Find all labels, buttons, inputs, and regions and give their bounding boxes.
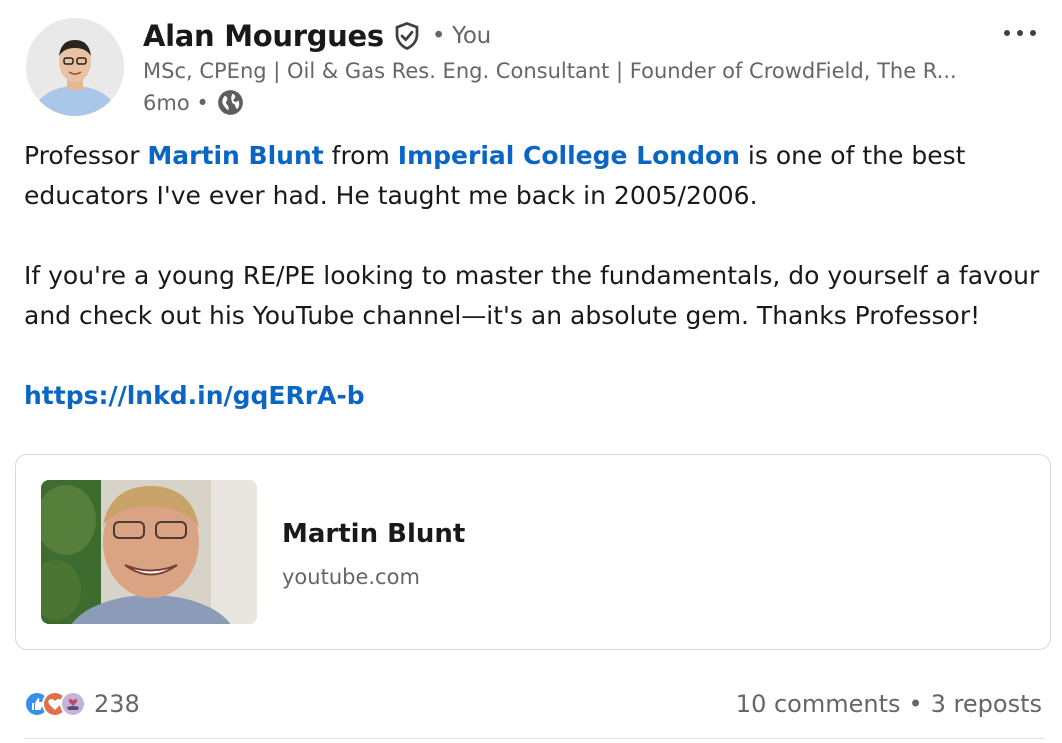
more-options-button[interactable] <box>998 20 1042 46</box>
link-preview-card[interactable]: Martin Blunt youtube.com <box>15 454 1051 650</box>
post-paragraph-1: Professor Martin Blunt from Imperial Col… <box>24 136 1044 216</box>
post-meta: 6mo • <box>143 89 244 116</box>
mention-martin-blunt[interactable]: Martin Blunt <box>147 141 323 170</box>
reactions-summary[interactable]: 238 <box>24 690 140 718</box>
reposts-count[interactable]: 3 reposts <box>931 690 1042 718</box>
mention-imperial-college[interactable]: Imperial College London <box>398 141 740 170</box>
separator: • <box>908 690 923 718</box>
relation-label: • You <box>431 23 491 49</box>
more-options-icon <box>1004 30 1036 36</box>
verified-shield-icon <box>392 21 422 51</box>
post-time: 6mo • <box>143 90 209 115</box>
post-link[interactable]: https://lnkd.in/gqERrA-b <box>24 381 365 410</box>
divider <box>24 738 1044 739</box>
card-source: youtube.com <box>282 565 420 589</box>
social-counts: 10 comments • 3 reposts <box>736 690 1042 718</box>
author-headline: MSc, CPEng | Oil & Gas Res. Eng. Consult… <box>143 59 957 83</box>
card-thumbnail <box>41 480 257 624</box>
reaction-icons <box>24 691 86 717</box>
comments-count[interactable]: 10 comments <box>736 690 901 718</box>
author-avatar[interactable] <box>26 18 124 116</box>
reactions-count: 238 <box>94 690 140 718</box>
card-title: Martin Blunt <box>282 519 466 549</box>
text-segment: Professor <box>24 141 148 170</box>
author-name-row: Alan Mourgues • You <box>143 19 491 53</box>
author-name[interactable]: Alan Mourgues <box>143 19 384 53</box>
globe-icon <box>217 89 244 116</box>
avatar-photo <box>26 18 124 116</box>
support-icon <box>60 691 86 717</box>
post-body: Professor Martin Blunt from Imperial Col… <box>24 136 1044 416</box>
post-paragraph-2: If you're a young RE/PE looking to maste… <box>24 261 1040 330</box>
text-segment: from <box>323 141 398 170</box>
